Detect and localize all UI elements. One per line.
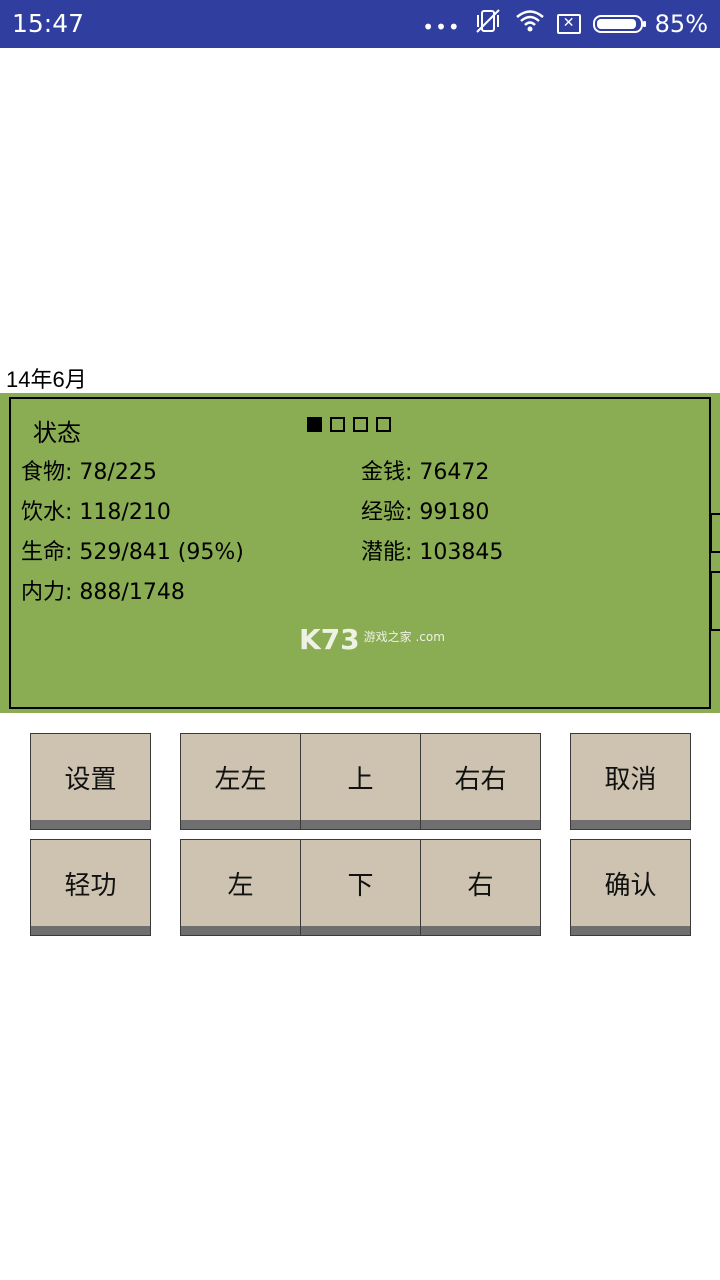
side-edge-marker xyxy=(710,513,720,553)
stat-inner-power: 内力: 888/1748 xyxy=(21,580,185,605)
side-edge-marker xyxy=(710,571,720,631)
right-button[interactable]: 右 xyxy=(420,839,541,936)
battery-icon xyxy=(592,15,646,33)
page-dot-4[interactable] xyxy=(376,417,391,432)
settings-button[interactable]: 设置 xyxy=(30,733,151,830)
cancel-button[interactable]: 取消 xyxy=(570,733,691,830)
status-icons: ••• ✕ 85% xyxy=(422,6,708,42)
page-indicator[interactable] xyxy=(307,417,391,432)
confirm-button[interactable]: 确认 xyxy=(570,839,691,936)
battery-percent: 85% xyxy=(654,10,708,38)
page-dot-2[interactable] xyxy=(330,417,345,432)
wifi-icon xyxy=(515,8,545,40)
game-date: 14年6月 xyxy=(6,367,87,392)
stat-food: 食物: 78/225 xyxy=(21,460,157,485)
status-bar: 15:47 ••• ✕ 85% xyxy=(0,0,720,48)
notification-dots-icon: ••• xyxy=(422,15,461,39)
left-button[interactable]: 左 xyxy=(180,839,301,936)
stat-water: 饮水: 118/210 xyxy=(21,500,171,525)
status-panel-frame: 状态 食物: 78/225 饮水: 118/210 生命: 529/841 (9… xyxy=(9,397,711,709)
status-panel: 状态 食物: 78/225 饮水: 118/210 生命: 529/841 (9… xyxy=(0,393,720,713)
vibrate-off-icon xyxy=(473,7,503,41)
stat-potential: 潜能: 103845 xyxy=(361,540,504,565)
right-right-button[interactable]: 右右 xyxy=(420,733,541,830)
panel-title: 状态 xyxy=(33,419,81,447)
left-left-button[interactable]: 左左 xyxy=(180,733,301,830)
page-dot-3[interactable] xyxy=(353,417,368,432)
stat-health: 生命: 529/841 (95%) xyxy=(21,540,244,565)
up-button[interactable]: 上 xyxy=(300,733,421,830)
no-sim-icon: ✕ xyxy=(556,14,581,34)
qinggong-button[interactable]: 轻功 xyxy=(30,839,151,936)
watermark-logo: K73 游戏之家 .com xyxy=(299,623,445,656)
page-dot-1[interactable] xyxy=(307,417,322,432)
status-time: 15:47 xyxy=(12,9,85,38)
down-button[interactable]: 下 xyxy=(300,839,421,936)
stat-money: 金钱: 76472 xyxy=(361,460,490,485)
stat-experience: 经验: 99180 xyxy=(361,500,490,525)
